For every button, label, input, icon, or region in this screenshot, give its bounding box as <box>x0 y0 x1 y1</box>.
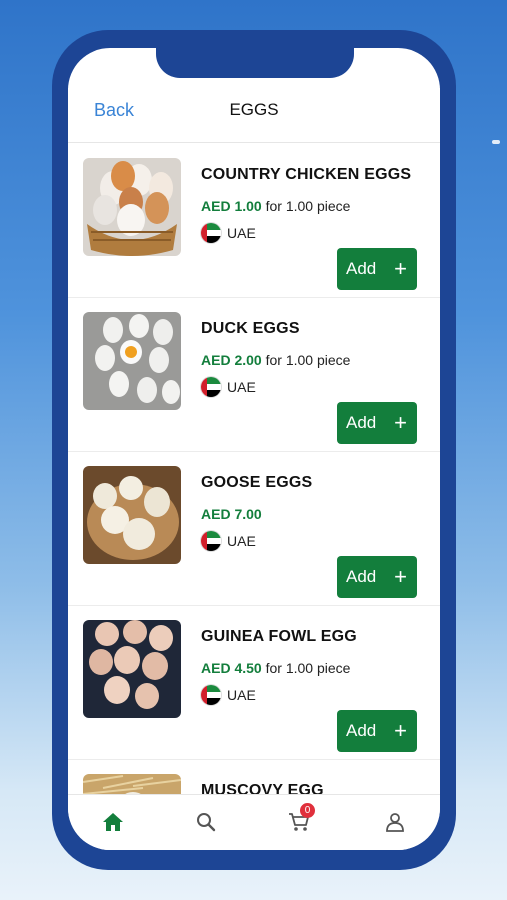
product-row: COUNTRY CHICKEN EGGS AED 1.00 for 1.00 p… <box>68 144 440 298</box>
product-name: GUINEA FOWL EGG <box>201 628 357 645</box>
plus-icon: + <box>394 256 407 281</box>
uae-flag-icon <box>201 685 221 705</box>
origin-country: UAE <box>227 379 256 395</box>
product-row: MUSCOVY EGG <box>68 760 440 794</box>
uae-flag-icon <box>201 377 221 397</box>
plus-icon: + <box>394 718 407 743</box>
tab-profile[interactable] <box>380 807 410 837</box>
product-image-goose-eggs[interactable] <box>83 466 181 564</box>
product-origin: UAE <box>201 222 256 244</box>
product-image-eggs-in-basket[interactable] <box>83 158 181 256</box>
phone-notch <box>156 48 354 78</box>
origin-country: UAE <box>227 225 256 241</box>
search-icon <box>197 813 216 832</box>
bottom-tab-bar: 0 <box>68 794 440 850</box>
add-to-cart-button[interactable]: Add + <box>337 556 417 598</box>
uae-flag-icon <box>201 223 221 243</box>
add-to-cart-button[interactable]: Add + <box>337 248 417 290</box>
product-row: GUINEA FOWL EGG AED 4.50 for 1.00 piece … <box>68 606 440 760</box>
product-origin: UAE <box>201 684 256 706</box>
product-list[interactable]: COUNTRY CHICKEN EGGS AED 1.00 for 1.00 p… <box>68 144 440 794</box>
product-price: AED 2.00 for 1.00 piece <box>201 352 351 368</box>
home-icon <box>103 813 123 831</box>
product-image-duck-eggs[interactable] <box>83 312 181 410</box>
product-origin: UAE <box>201 376 256 398</box>
origin-country: UAE <box>227 687 256 703</box>
origin-country: UAE <box>227 533 256 549</box>
app-screen: Back EGGS COUNTRY CHICKEN EGGS AED 1.00 … <box>68 48 440 850</box>
product-image-muscovy-eggs[interactable] <box>83 774 181 794</box>
uae-flag-icon <box>201 531 221 551</box>
product-price: AED 1.00 for 1.00 piece <box>201 198 351 214</box>
page-title: EGGS <box>229 100 279 119</box>
add-to-cart-button[interactable]: Add + <box>337 402 417 444</box>
nav-header: Back EGGS <box>68 88 440 143</box>
plus-icon: + <box>394 564 407 589</box>
product-row: DUCK EGGS AED 2.00 for 1.00 piece UAE Ad… <box>68 298 440 452</box>
add-to-cart-button[interactable]: Add + <box>337 710 417 752</box>
product-name: MUSCOVY EGG <box>201 782 324 794</box>
product-row: GOOSE EGGS AED 7.00 UAE Add + <box>68 452 440 606</box>
product-price: AED 4.50 for 1.00 piece <box>201 660 351 676</box>
profile-icon <box>386 813 404 832</box>
product-name: COUNTRY CHICKEN EGGS <box>201 166 412 183</box>
tab-cart[interactable]: 0 <box>284 803 315 837</box>
plus-icon: + <box>394 410 407 435</box>
phone-frame: Back EGGS COUNTRY CHICKEN EGGS AED 1.00 … <box>52 30 456 870</box>
product-name: GOOSE EGGS <box>201 474 313 491</box>
product-origin: UAE <box>201 530 256 552</box>
product-name: DUCK EGGS <box>201 320 300 337</box>
tab-home[interactable] <box>98 807 128 837</box>
background-dot <box>492 140 500 144</box>
cart-count-badge: 0 <box>300 803 315 818</box>
product-price: AED 7.00 <box>201 506 262 522</box>
tab-search[interactable] <box>191 807 221 837</box>
product-image-guinea-fowl-eggs[interactable] <box>83 620 181 718</box>
